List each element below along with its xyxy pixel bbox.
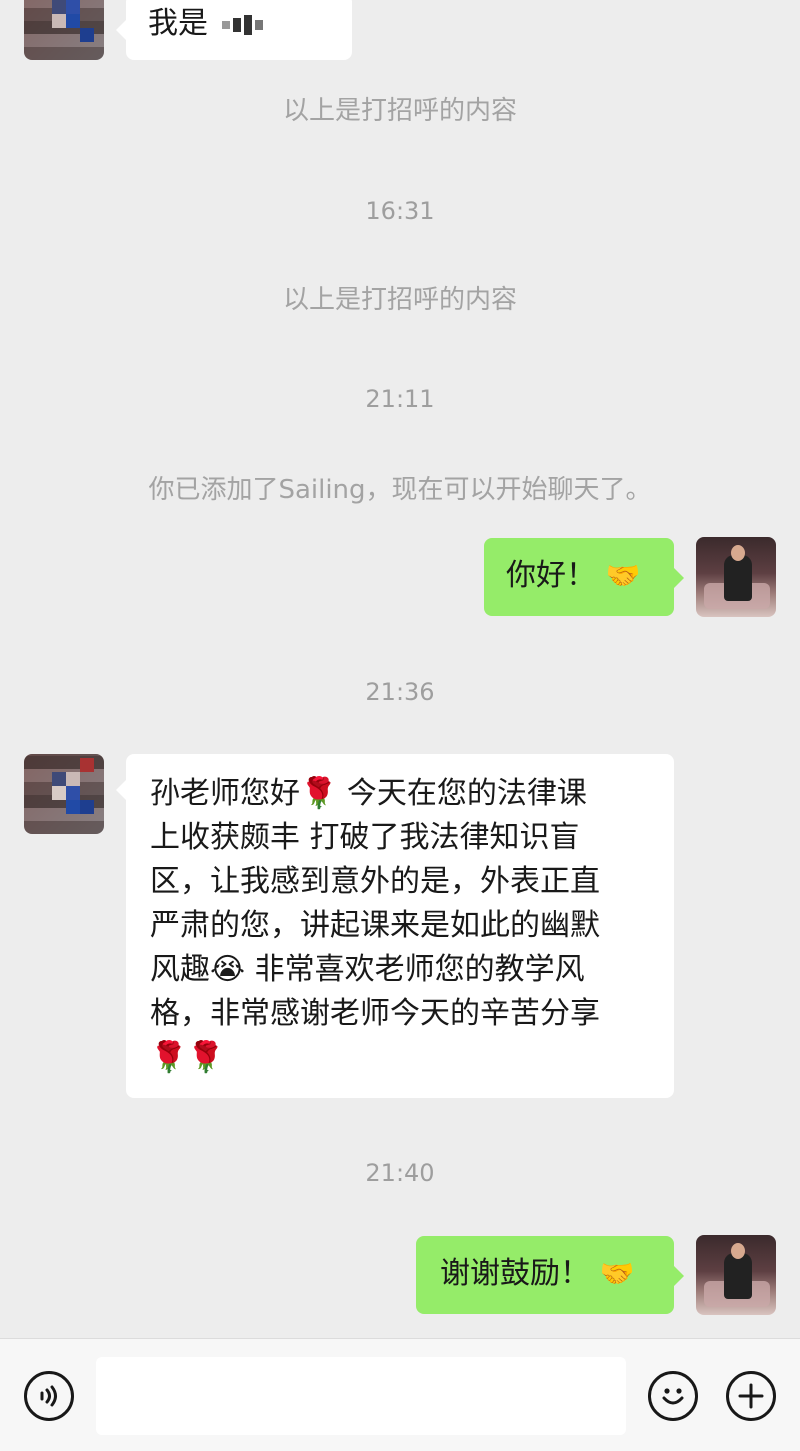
emoji-icon	[662, 1388, 684, 1405]
message-line: 🌹🌹	[150, 1040, 225, 1075]
voice-button[interactable]	[24, 1371, 74, 1421]
message-text: 你好！	[506, 558, 596, 593]
message-text: 谢谢鼓励！	[440, 1256, 590, 1291]
sent-message[interactable]: 你好！ 🤝	[484, 538, 684, 616]
contact-avatar[interactable]	[24, 754, 104, 834]
message-text: 我是	[148, 6, 208, 41]
contact-avatar[interactable]	[24, 0, 104, 60]
blurred-name	[221, 3, 266, 47]
input-bar	[0, 1338, 800, 1451]
plus-icon	[738, 1383, 764, 1409]
message-line: 严肃的您，讲起课来是如此的幽默	[150, 908, 600, 943]
timestamp: 21:11	[365, 385, 435, 413]
message-input[interactable]	[96, 1357, 626, 1435]
avatar-person	[724, 555, 752, 601]
sent-message[interactable]: 谢谢鼓励！ 🤝	[416, 1236, 684, 1314]
avatar-person	[724, 1253, 752, 1299]
my-avatar[interactable]	[696, 537, 776, 617]
message-line: 上收获颇丰 打破了我法律知识盲	[150, 820, 580, 855]
avatar-head	[731, 1243, 745, 1259]
handshake-icon: 🤝	[599, 1257, 635, 1290]
timestamp: 16:31	[365, 197, 435, 225]
message-line: 孙老师您好🌹 今天在您的法律课	[150, 776, 587, 811]
my-avatar[interactable]	[696, 1235, 776, 1315]
system-notice: 以上是打招呼的内容	[282, 96, 517, 126]
message-line: 区，让我感到意外的是，外表正直	[150, 864, 600, 899]
received-message[interactable]: 我是	[116, 0, 352, 60]
voice-icon	[40, 1385, 57, 1407]
plus-button[interactable]	[726, 1371, 776, 1421]
received-message[interactable]: 孙老师您好🌹 今天在您的法律课 上收获颇丰 打破了我法律知识盲 区，让我感到意外…	[116, 754, 674, 1098]
timestamp: 21:36	[365, 678, 435, 706]
added-friend-notice: 你已添加了Sailing，现在可以开始聊天了。	[148, 475, 652, 505]
handshake-icon: 🤝	[605, 559, 641, 592]
timestamp: 21:40	[365, 1159, 435, 1187]
emoji-button[interactable]	[648, 1371, 698, 1421]
message-line: 格，非常感谢老师今天的辛苦分享	[150, 996, 600, 1031]
avatar-head	[731, 545, 745, 561]
message-line: 风趣😭 非常喜欢老师您的教学风	[150, 952, 585, 987]
system-notice: 以上是打招呼的内容	[282, 285, 517, 315]
